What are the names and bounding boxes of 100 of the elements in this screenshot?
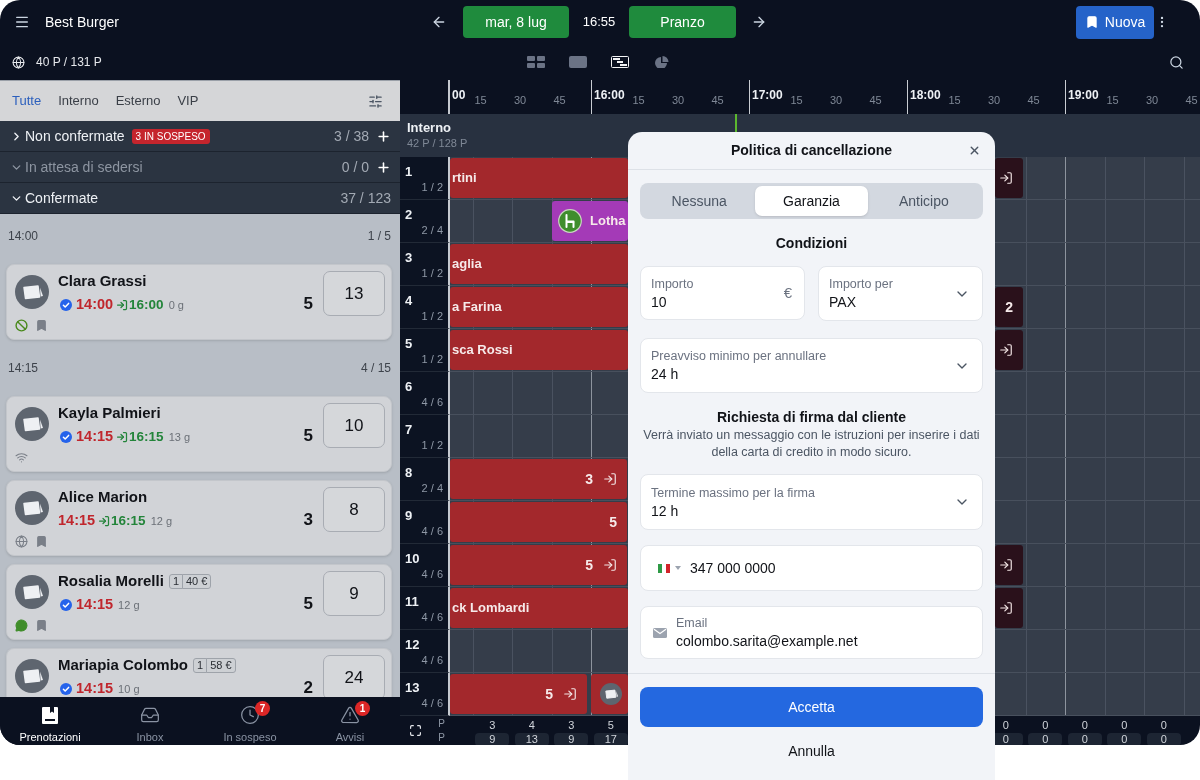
reservation-card[interactable]: Rosalia Morelli 1 40 € 14:15 12 g 5 9 [6, 564, 392, 640]
reservation-block[interactable] [995, 330, 1023, 370]
section-bar[interactable]: Confermate 37 / 123 [0, 183, 400, 214]
reservation-block[interactable]: aglia [450, 244, 628, 284]
service-button[interactable]: Pranzo [629, 6, 736, 38]
reservation-card[interactable]: Alice Marion 14:15 16:15 12 g 3 8 [6, 480, 392, 556]
reservation-block[interactable]: Lotha [552, 201, 628, 241]
restaurant-name: Best Burger [45, 12, 119, 32]
start-time: 14:15 [58, 511, 96, 531]
hour-label: 17:00 [752, 88, 784, 102]
date-button[interactable]: mar, 8 lug [463, 6, 569, 38]
reservation-card[interactable]: Clara Grassi 14:00 16:00 0 g 5 13 [6, 264, 392, 340]
accept-button[interactable]: Accetta [640, 687, 983, 727]
end-time: 16:00 [129, 295, 164, 314]
party-size: 2 [1005, 297, 1013, 317]
new-booking-button[interactable]: Nuova [1076, 5, 1154, 39]
reservation-block[interactable]: ck Lombardi [450, 588, 628, 628]
phone-field[interactable]: 347 000 0000 [640, 545, 983, 591]
reservation-block[interactable]: 5 [450, 502, 627, 542]
email-field[interactable]: Email colombo.sarita@example.net [640, 606, 983, 659]
quarter-label: 45 [711, 94, 725, 107]
quarter-label: 15 [1106, 94, 1120, 107]
covers-count: 3 [489, 718, 496, 732]
section-title: Confermate [25, 188, 99, 208]
timeline-view-icon[interactable] [611, 56, 629, 68]
policy-tab[interactable]: Garanzia [755, 186, 868, 216]
quarter-label: 15 [948, 94, 962, 107]
menu-icon[interactable] [14, 14, 30, 30]
guest-name: ck Lombardi [452, 599, 530, 618]
reservation-block[interactable]: 2 [995, 287, 1023, 327]
field-value: 12 h [651, 501, 679, 520]
table-capacity: 1 / 2 [421, 438, 443, 452]
group-time: 14:00 [8, 228, 39, 245]
reservation-block[interactable] [995, 588, 1023, 628]
nav-tab[interactable]: 1 Avvisi [300, 697, 400, 745]
filter-tab[interactable]: Tutte [12, 91, 42, 111]
currency-unit: € [783, 282, 792, 303]
notice-dropdown[interactable]: Preavviso minimo per annullare 24 h [640, 338, 983, 393]
avatar-icon [15, 659, 49, 693]
plus-icon[interactable] [376, 128, 391, 144]
row-label: P [438, 730, 445, 745]
quarter-label: 30 [1146, 94, 1160, 107]
field-label: Preavviso minimo per annullare [651, 348, 827, 364]
reservation-block[interactable]: 5 [450, 674, 587, 714]
tables-count: 0 [1107, 733, 1142, 745]
avatar-icon [15, 491, 49, 525]
reservation-block[interactable] [591, 674, 628, 714]
avatar-icon [15, 407, 49, 441]
nav-tab[interactable]: Prenotazioni [0, 697, 100, 745]
field-value: 10 [651, 292, 667, 311]
table-capacity: 2 / 4 [421, 223, 443, 237]
party-size: 5 [303, 594, 313, 614]
start-time: 14:15 [76, 595, 114, 615]
reservation-block[interactable] [995, 545, 1023, 585]
covers-count: 0 [1081, 718, 1088, 732]
area-name: Interno [407, 120, 452, 136]
signature-note: Verrà inviato un messaggio con le istruzioni per inserire i dati della carta di credito in modo sicuro. [642, 427, 981, 461]
chair-icon [558, 209, 582, 233]
search-icon[interactable] [1169, 54, 1184, 70]
reservation-block[interactable]: 5 [450, 545, 627, 585]
amount-field[interactable]: Importo 10 € [640, 266, 805, 320]
reservation-block[interactable]: sca Rossi [450, 330, 628, 370]
nav-tab[interactable]: Inbox [100, 697, 200, 745]
current-time-line [735, 114, 737, 132]
pie-chart-view-icon[interactable] [653, 56, 671, 68]
close-icon[interactable] [968, 144, 981, 157]
reservation-block[interactable]: 3 [450, 459, 627, 499]
nav-tab[interactable]: 7 In sospeso [200, 697, 300, 745]
filter-tab[interactable]: VIP [177, 91, 199, 111]
reservation-card[interactable]: Mariapia Colombo 1 58 € 14:15 10 g 2 24 [6, 648, 392, 697]
warning-icon [340, 705, 360, 725]
cancel-button[interactable]: Annulla [788, 741, 835, 761]
arrival-arrow-icon [116, 431, 129, 443]
previous-arrow-icon[interactable] [431, 14, 447, 30]
reservation-block[interactable]: rtini [450, 158, 628, 198]
flag-icon[interactable] [658, 563, 670, 573]
reservation-block[interactable]: a Farina [450, 287, 628, 327]
list-view-icon[interactable] [527, 56, 545, 68]
section-bar[interactable]: Non confermate 3 IN SOSPESO 3 / 38 [0, 121, 400, 152]
policy-tab[interactable]: Nessuna [643, 186, 756, 216]
guest-name: Lotha [590, 212, 626, 231]
current-time: 16:55 [581, 13, 617, 32]
filter-tab[interactable]: Esterno [115, 91, 161, 111]
table-capacity: 1 / 2 [421, 180, 443, 194]
covers-count: 0 [1121, 718, 1128, 732]
hour-label: 18:00 [910, 88, 942, 102]
reservation-card[interactable]: Kayla Palmieri 14:15 16:15 13 g 5 10 [6, 396, 392, 472]
field-label: Email [676, 615, 708, 631]
amount-per-dropdown[interactable]: Importo per PAX [818, 266, 983, 321]
fullscreen-icon[interactable] [409, 724, 422, 737]
table-number: 8 [323, 487, 385, 532]
filter-tab[interactable]: Interno [58, 91, 99, 111]
deadline-dropdown[interactable]: Termine massimo per la firma 12 h [640, 474, 983, 530]
policy-tab[interactable]: Anticipo [867, 186, 980, 216]
hour-label: 19:00 [1068, 88, 1100, 102]
filter-settings-icon[interactable] [368, 93, 383, 109]
field-label: Importo per [829, 276, 893, 292]
table-number: 13 [405, 680, 421, 696]
reservation-block[interactable] [995, 158, 1023, 198]
party-size: 5 [545, 684, 553, 704]
